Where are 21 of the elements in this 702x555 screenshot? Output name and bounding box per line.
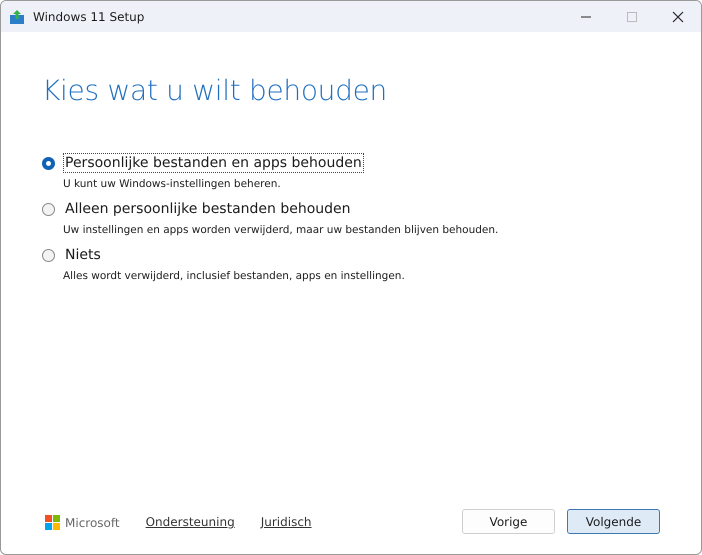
option-description: Alles wordt verwijderd, inclusief bestanden, apps en instellingen. xyxy=(63,270,406,282)
page-heading: Kies wat u wilt behouden xyxy=(42,74,388,107)
footer-link[interactable]: Juridisch xyxy=(260,515,312,529)
option-description: Uw instellingen en apps worden verwijderd, maar uw bestanden blijven behouden. xyxy=(63,224,500,236)
option-label[interactable]: Persoonlijke bestanden en apps behouden xyxy=(63,153,364,173)
option-description: U kunt uw Windows-instellingen beheren. xyxy=(63,178,282,190)
option-label[interactable]: Alleen persoonlijke bestanden behouden xyxy=(63,199,353,219)
maximize-icon xyxy=(627,12,637,22)
minimize-icon[interactable] xyxy=(581,16,591,18)
radio-button[interactable] xyxy=(42,156,55,170)
logo-icon xyxy=(45,515,60,530)
window-title: Windows 11 Setup xyxy=(33,10,146,24)
radio-button[interactable] xyxy=(42,248,55,262)
setup-icon xyxy=(9,8,25,24)
next-button[interactable]: Volgende xyxy=(567,509,660,534)
option-label[interactable]: Niets xyxy=(63,245,103,265)
footer-link[interactable]: Ondersteuning xyxy=(146,515,235,529)
back-button[interactable]: Vorige xyxy=(462,509,555,534)
radio-button[interactable] xyxy=(42,202,55,216)
brand-name: Microsoft xyxy=(65,516,120,530)
close-icon[interactable] xyxy=(672,10,684,22)
